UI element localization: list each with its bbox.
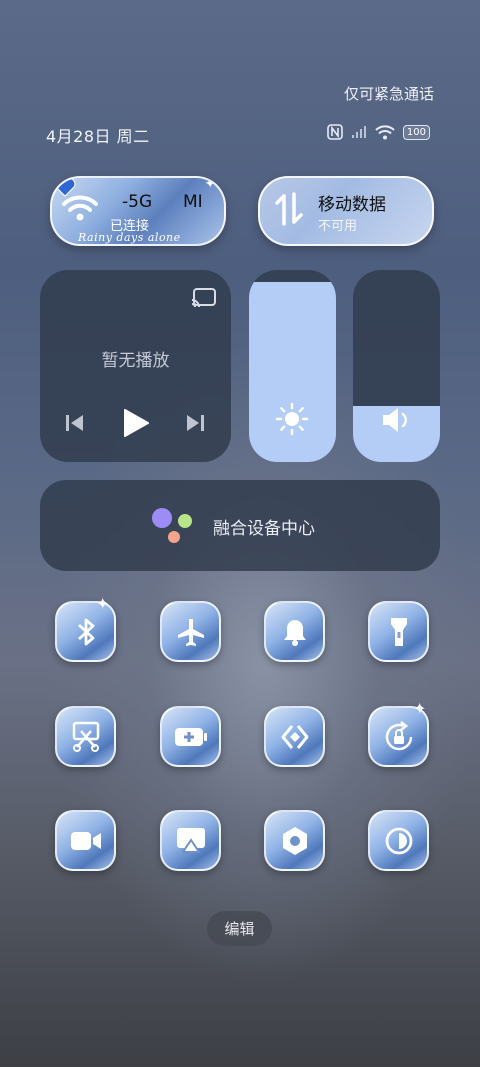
nfc-status-icon xyxy=(327,124,343,140)
screenshot-icon xyxy=(72,721,99,752)
mobile-data-title: 移动数据 xyxy=(318,195,386,215)
media-status-text: 暂无播放 xyxy=(101,351,170,371)
edit-button[interactable]: 编辑 xyxy=(207,911,272,946)
screen-record-icon xyxy=(70,831,101,850)
screen-record-toggle[interactable] xyxy=(55,810,116,871)
settings-toggle[interactable] xyxy=(264,810,325,871)
battery-indicator: 100 xyxy=(402,124,430,140)
brightness-slider[interactable] xyxy=(249,270,336,462)
bell-icon xyxy=(283,619,306,646)
ring-mode-toggle[interactable] xyxy=(264,601,325,662)
fusion-dot-orange xyxy=(168,531,180,543)
rotation-lock-icon xyxy=(385,720,412,750)
flashlight-icon xyxy=(390,617,407,646)
media-player[interactable]: 暂无播放 xyxy=(40,270,231,462)
dark-mode-toggle[interactable] xyxy=(368,810,429,871)
volume-icon xyxy=(383,408,407,432)
mobile-data-tile[interactable]: 移动数据 不可用 xyxy=(258,176,434,246)
sparkle-icon: ✦ xyxy=(96,594,110,613)
date-text: 4月28日 周二 xyxy=(46,127,150,146)
screen-cast-toggle[interactable] xyxy=(160,810,221,871)
cast-icon[interactable] xyxy=(191,287,217,309)
nfc-toggle[interactable] xyxy=(264,706,325,767)
status-icons: 100 xyxy=(327,124,430,140)
dark-mode-icon xyxy=(385,827,412,854)
signal-icon xyxy=(351,126,366,138)
fusion-label: 融合设备中心 xyxy=(213,519,315,539)
decor-script-text: Rainy days alone xyxy=(78,231,181,244)
battery-saver-icon xyxy=(174,727,207,746)
emergency-call-text: 仅可紧急通话 xyxy=(343,85,434,103)
fusion-device-center[interactable]: 融合设备中心 xyxy=(40,480,440,571)
brightness-icon xyxy=(275,402,309,436)
wifi-status-icon xyxy=(375,124,395,139)
settings-hex-icon xyxy=(282,826,307,855)
mobile-data-icon xyxy=(275,192,303,226)
airplane-icon xyxy=(177,618,204,646)
fusion-dot-purple xyxy=(152,508,172,528)
sparkle-icon: ✦ xyxy=(413,699,427,718)
mobile-data-status: 不可用 xyxy=(318,219,358,234)
battery-saver-toggle[interactable] xyxy=(160,706,221,767)
screenshot-toggle[interactable] xyxy=(55,706,116,767)
wifi-mi-text: MI xyxy=(183,192,203,212)
sparkle-icon: ✦ xyxy=(204,176,216,192)
play-icon[interactable] xyxy=(122,408,150,438)
wifi-icon xyxy=(62,195,98,221)
fusion-dot-green xyxy=(178,514,192,528)
next-track-icon[interactable] xyxy=(185,413,205,433)
flashlight-toggle[interactable] xyxy=(368,601,429,662)
previous-track-icon[interactable] xyxy=(65,413,85,433)
wifi-tile[interactable]: -5G MI 已连接 Rainy days alone ✦ xyxy=(50,176,226,246)
airplane-toggle[interactable] xyxy=(160,601,221,662)
bluetooth-icon xyxy=(77,618,94,645)
wifi-network-name: -5G xyxy=(122,192,153,212)
volume-slider[interactable] xyxy=(353,270,440,462)
nfc-card-icon xyxy=(281,724,308,749)
cast-screen-icon xyxy=(176,827,205,853)
